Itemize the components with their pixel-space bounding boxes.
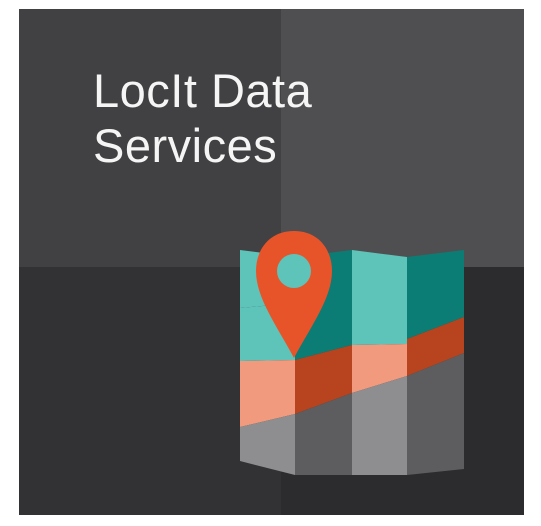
map-pin-icon: [240, 231, 464, 475]
app-tile[interactable]: LocIt Data Services: [19, 9, 524, 515]
